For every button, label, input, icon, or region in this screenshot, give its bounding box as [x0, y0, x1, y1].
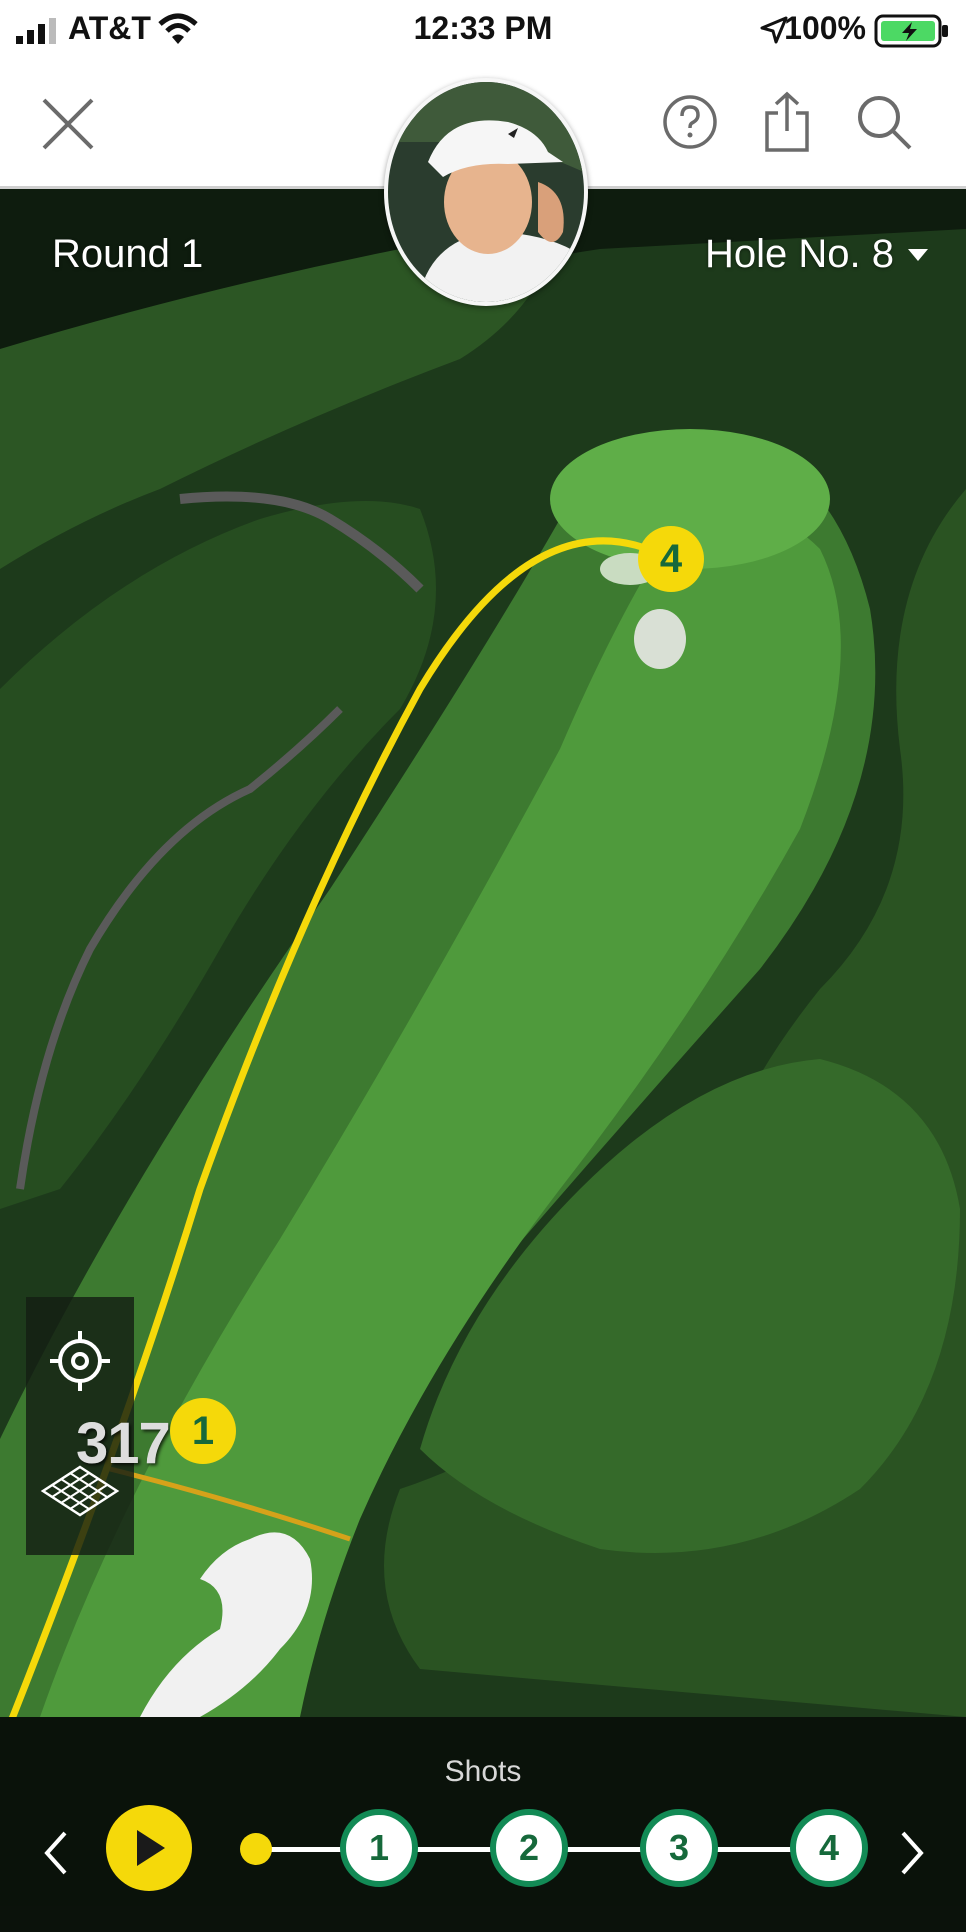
close-button[interactable]: [34, 90, 102, 158]
distance-readout: 317: [76, 1411, 171, 1476]
timeline-start-dot: [240, 1833, 272, 1865]
share-icon: [765, 91, 809, 152]
close-icon: [42, 98, 94, 150]
chevron-right-icon: [901, 1831, 924, 1875]
shots-panel: Shots 1 2 3 4: [0, 1717, 966, 1932]
chevron-down-icon: [908, 248, 928, 261]
shot-marker-1[interactable]: 1: [170, 1398, 236, 1464]
player-avatar[interactable]: [384, 78, 588, 306]
hole-selector[interactable]: Hole No. 8: [705, 232, 928, 277]
question-circle-icon: [663, 95, 717, 149]
recenter-button[interactable]: [26, 1297, 134, 1425]
shots-title: Shots: [444, 1755, 522, 1788]
hole-label: Hole No. 8: [705, 232, 894, 276]
search-button[interactable]: [852, 88, 916, 156]
battery-icon: [874, 14, 948, 48]
share-button[interactable]: [756, 86, 818, 158]
player-photo: [388, 82, 584, 302]
play-button[interactable]: [106, 1805, 192, 1891]
previous-shot-button[interactable]: [34, 1821, 78, 1885]
round-label: Round 1: [52, 232, 204, 276]
hole-map[interactable]: [0, 189, 966, 1717]
status-bar: AT&T 12:33 PM 100%: [0, 0, 966, 60]
battery-percent: 100%: [784, 10, 866, 46]
target-icon: [50, 1331, 110, 1391]
shot-step-4[interactable]: 4: [790, 1809, 868, 1887]
help-button[interactable]: [660, 90, 720, 154]
course-illustration: [0, 189, 966, 1717]
shot-step-3[interactable]: 3: [640, 1809, 718, 1887]
shot-step-1[interactable]: 1: [340, 1809, 418, 1887]
chevron-left-icon: [44, 1831, 67, 1875]
search-icon: [858, 96, 912, 150]
play-icon: [137, 1830, 165, 1866]
shot-marker-4[interactable]: 4: [638, 526, 704, 592]
shot-step-2[interactable]: 2: [490, 1809, 568, 1887]
next-shot-button[interactable]: [890, 1821, 934, 1885]
